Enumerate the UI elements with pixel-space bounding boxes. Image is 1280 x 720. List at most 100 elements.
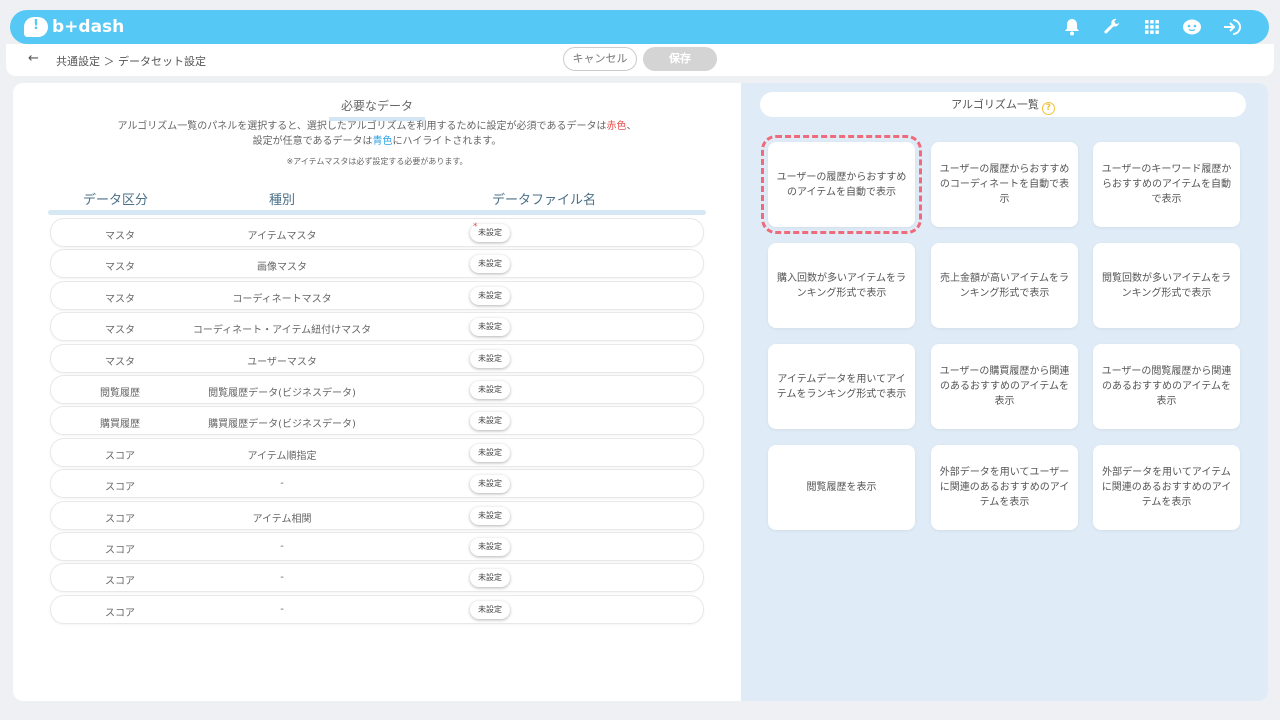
algorithm-list-title: アルゴリズム一覧 [951, 98, 1039, 111]
row-category: マスタ [105, 325, 135, 337]
file-status-button[interactable]: 未設定 [470, 600, 510, 619]
row-type: アイテムマスタ [247, 231, 317, 242]
data-table: マスタアイテムマスタ未設定マスタ画像マスタ未設定マスタコーディネートマスタ未設定… [50, 218, 704, 626]
table-row: 閲覧履歴 閲覧履歴データ(ビジネスデータ) 未設定 [50, 374, 704, 404]
required-data-title: 必要なデータ [328, 97, 425, 121]
row-category: スコア [105, 576, 135, 588]
algorithm-panel: アルゴリズム一覧? ユーザーの履歴からおすすめのアイテムを自動で表示 ユーザーの履… [741, 83, 1268, 701]
table-row: マスタ コーディネートマスタ 未設定 [50, 280, 704, 310]
algorithm-card[interactable]: 購入回数が多いアイテムをランキング形式で表示 [768, 243, 915, 328]
help-icon[interactable]: ? [1041, 102, 1055, 115]
save-button[interactable]: 保存 [643, 47, 717, 71]
table-row: マスタ コーディネート・アイテム紐付けマスタ 未設定 [50, 312, 704, 342]
description-line-1: アルゴリズム一覧のパネルを選択すると、選択したアルゴリズムを利用するために設定が… [13, 119, 741, 134]
file-status-button[interactable]: 未設定 [470, 475, 510, 494]
row-category: スコア [105, 450, 135, 462]
row-type: ユーザーマスタ [247, 356, 317, 368]
row-category: スコア [105, 544, 135, 556]
row-category: 閲覧履歴 [100, 387, 140, 399]
breadcrumb: 共通設定 ＞ データセット設定 [56, 55, 206, 68]
row-type: アイテム相関 [252, 513, 312, 525]
row-category: マスタ [105, 231, 135, 242]
app-name: b+dash [52, 17, 125, 37]
algorithm-card[interactable]: 閲覧回数が多いアイテムをランキング形式で表示 [1093, 243, 1240, 328]
algorithm-card[interactable]: ユーザーの購買履歴から関連のあるおすすめのアイテムを表示 [931, 344, 1078, 429]
desc-text-2b: にハイライトされます。 [392, 136, 502, 147]
wrench-icon[interactable] [1101, 15, 1123, 39]
row-category: マスタ [105, 356, 135, 368]
table-row: 購買履歴 購買履歴データ(ビジネスデータ) 未設定 [50, 406, 704, 436]
algorithm-card[interactable]: ユーザーのキーワード履歴からおすすめのアイテムを自動で表示 [1093, 142, 1240, 227]
row-category: スコア [105, 513, 135, 525]
required-data-title-wrap: 必要なデータ [13, 97, 741, 121]
file-status-button[interactable]: 未設定 [470, 255, 510, 274]
file-status-button[interactable]: 未設定 [470, 569, 510, 588]
row-category: スコア [105, 482, 135, 494]
file-status-button[interactable]: 未設定 [470, 349, 510, 368]
file-status-button[interactable]: 未設定 [470, 218, 510, 242]
desc-red-text: 赤色 [606, 121, 627, 132]
table-row: マスタ 画像マスタ 未設定 [50, 249, 704, 279]
row-type: - [280, 540, 284, 552]
row-type: 閲覧履歴データ(ビジネスデータ) [208, 387, 356, 399]
algorithm-card[interactable]: 閲覧履歴を表示 [768, 445, 915, 530]
row-type: - [280, 603, 284, 615]
cancel-button[interactable]: キャンセル [563, 47, 637, 71]
algorithm-card[interactable]: ユーザーの履歴からおすすめのアイテムを自動で表示 [761, 135, 922, 234]
header-category: データ区分 [83, 193, 149, 208]
top-bar: b+dash [10, 10, 1269, 44]
table-row: マスタ アイテムマスタ 未設定 [50, 218, 704, 247]
table-row: スコア アイテム相関 未設定 [50, 500, 704, 530]
desc-text-1b: 、 [626, 121, 637, 132]
row-type: 購買履歴データ(ビジネスデータ) [208, 419, 356, 431]
file-status-button[interactable]: 未設定 [470, 286, 510, 305]
row-category: マスタ [105, 293, 135, 305]
row-type: - [280, 572, 284, 584]
file-status-button[interactable]: 未設定 [470, 443, 510, 462]
algorithm-card[interactable]: 外部データを用いてアイテムに関連のあるおすすめのアイテムを表示 [1093, 445, 1240, 530]
row-type: コーディネートマスタ [232, 293, 332, 305]
algorithm-list-header: アルゴリズム一覧? [760, 92, 1246, 117]
table-row: スコア - 未設定 [50, 594, 704, 624]
table-row: スコア - 未設定 [50, 563, 704, 593]
app-logo[interactable]: b+dash [24, 16, 124, 38]
algorithm-card[interactable]: 売上金額が高いアイテムをランキング形式で表示 [931, 243, 1078, 328]
file-status-button[interactable]: 未設定 [470, 318, 510, 337]
file-status-button[interactable]: 未設定 [470, 506, 510, 525]
row-type: アイテム順指定 [247, 450, 317, 462]
file-status-button[interactable]: 未設定 [470, 380, 510, 399]
algorithm-card[interactable]: アイテムデータを用いてアイテムをランキング形式で表示 [768, 344, 915, 429]
help-bot-icon[interactable] [1181, 15, 1203, 39]
table-row: スコア - 未設定 [50, 469, 704, 499]
table-row: スコア アイテム順指定 未設定 [50, 437, 704, 467]
algorithm-card[interactable]: 外部データを用いてユーザーに関連のあるおすすめのアイテムを表示 [931, 445, 1078, 530]
row-category: スコア [105, 607, 135, 619]
row-category: マスタ [105, 262, 135, 274]
sub-header: ← 共通設定 ＞ データセット設定 キャンセル 保存 [6, 44, 1274, 76]
grid-icon[interactable] [1141, 15, 1163, 39]
logo-bubble-icon [24, 17, 48, 37]
row-type: - [280, 478, 284, 490]
bell-icon[interactable] [1061, 15, 1083, 39]
required-note: ※アイテムマスタは必ず設定する必要があります。 [286, 157, 468, 166]
desc-text-1a: アルゴリズム一覧のパネルを選択すると、選択したアルゴリズムを利用するために設定が… [117, 121, 607, 132]
algorithm-card[interactable]: ユーザーの履歴からおすすめのコーディネートを自動で表示 [931, 142, 1078, 227]
header-divider [48, 210, 706, 215]
header-type: 種別 [269, 193, 296, 208]
algorithm-card[interactable]: ユーザーの閲覧履歴から関連のあるおすすめのアイテムを表示 [1093, 344, 1240, 429]
row-category: 購買履歴 [100, 419, 140, 431]
table-row: スコア - 未設定 [50, 531, 704, 561]
back-arrow-icon[interactable]: ← [28, 51, 39, 66]
row-type: コーディネート・アイテム紐付けマスタ [192, 325, 372, 337]
required-data-description: アルゴリズム一覧のパネルを選択すると、選択したアルゴリズムを利用するために設定が… [13, 119, 741, 149]
required-data-panel: 必要なデータ アルゴリズム一覧のパネルを選択すると、選択したアルゴリズムを利用す… [13, 83, 741, 701]
file-status-button[interactable]: 未設定 [470, 537, 510, 556]
logout-icon[interactable] [1221, 15, 1243, 39]
desc-blue-text: 青色 [372, 136, 393, 147]
top-icons [1061, 15, 1243, 39]
table-row: マスタ ユーザーマスタ 未設定 [50, 343, 704, 373]
row-type: 画像マスタ [257, 262, 307, 274]
header-file: データファイル名 [492, 193, 597, 208]
file-status-button[interactable]: 未設定 [470, 412, 510, 431]
desc-text-2a: 設定が任意であるデータは [252, 136, 373, 147]
